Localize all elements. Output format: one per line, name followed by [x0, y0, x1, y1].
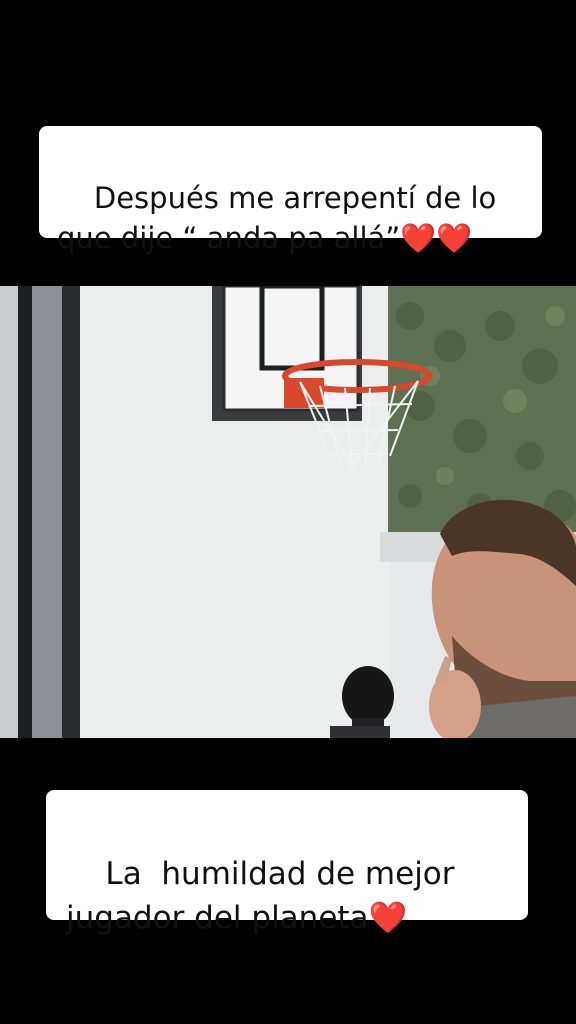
video-scene — [0, 286, 576, 738]
window-frame-edge — [62, 286, 80, 738]
bottom-caption-heart-emoji: ❤️ — [368, 900, 408, 936]
video-frame[interactable] — [0, 286, 576, 738]
window-frame-mid — [32, 286, 62, 738]
microphone-stand — [330, 726, 390, 738]
bottom-caption: La humildad de mejor jugador del planeta… — [46, 790, 528, 936]
top-caption: Después me arrepentí de lo que dije “ an… — [39, 126, 542, 255]
top-caption-heart-emoji: ❤️❤️ — [400, 221, 473, 255]
microphone-head — [342, 666, 394, 726]
video-screen: Después me arrepentí de lo que dije “ an… — [0, 0, 576, 1024]
window-frame-dark — [18, 286, 32, 738]
window-pane — [0, 286, 18, 738]
